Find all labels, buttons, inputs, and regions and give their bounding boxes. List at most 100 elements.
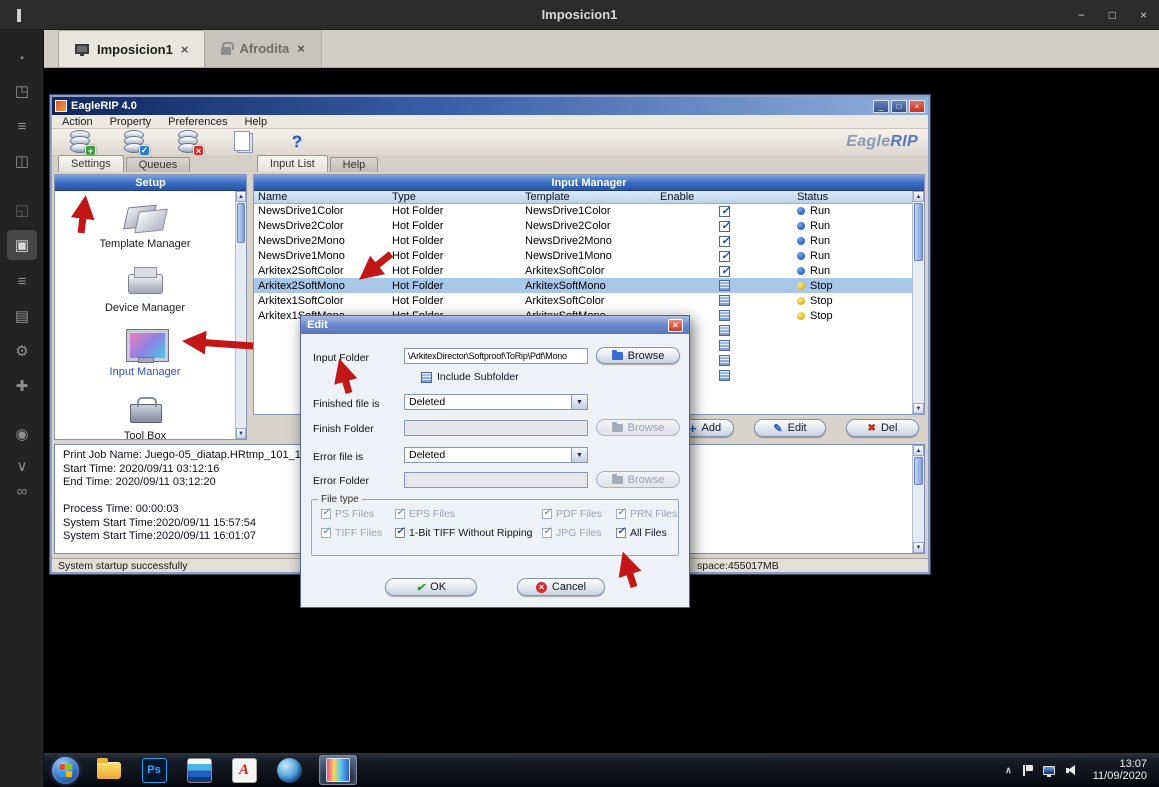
table-scrollbar[interactable] [912, 191, 924, 414]
setup-item[interactable]: Template Manager [99, 199, 190, 250]
photoshop-icon[interactable]: Ps [139, 755, 169, 785]
file-type-option[interactable]: TIFF Files [321, 527, 391, 539]
setup-scrollbar[interactable] [235, 191, 246, 439]
keyboard-icon[interactable]: ▤ [7, 301, 37, 331]
edit-button[interactable]: Edit [754, 419, 826, 437]
table-row[interactable]: NewsDrive2Mono Hot Folder NewsDrive2Mono… [254, 234, 912, 249]
volume-icon[interactable] [1066, 765, 1079, 776]
table-row[interactable]: Arkitex2SoftColor Hot Folder ArkitexSoft… [254, 264, 912, 279]
scroll-thumb[interactable] [914, 203, 923, 261]
table-row[interactable]: NewsDrive1Color Hot Folder NewsDrive1Col… [254, 204, 912, 219]
scroll-up-icon[interactable] [913, 445, 924, 456]
dialog-close-button[interactable]: × [668, 319, 683, 332]
menu-item[interactable]: Property [110, 116, 152, 128]
close-icon[interactable]: × [1140, 8, 1147, 22]
app-close-button[interactable]: × [909, 100, 925, 113]
table-row[interactable]: Arkitex2SoftMono Hot Folder ArkitexSoftM… [254, 278, 912, 293]
file-type-option[interactable]: PDF Files [542, 508, 612, 520]
tab-close-icon[interactable]: × [181, 42, 189, 57]
setup-item[interactable]: Input Manager [110, 327, 181, 378]
record-icon[interactable]: ◉ [7, 419, 37, 449]
scroll-down-icon[interactable] [913, 403, 924, 414]
ok-button[interactable]: OK [385, 578, 477, 596]
enable-checkbox[interactable] [719, 325, 730, 336]
tools-icon[interactable]: ✚ [7, 371, 37, 401]
menu-item[interactable]: Help [244, 116, 267, 128]
panel-tab[interactable]: Input List [257, 155, 328, 172]
dialog-titlebar[interactable]: Edit × [301, 316, 689, 334]
file-type-checkbox[interactable] [395, 509, 405, 519]
file-type-checkbox[interactable] [542, 509, 552, 519]
panel-tab[interactable]: Help [330, 157, 379, 172]
screenshot-icon[interactable]: ▣ [7, 230, 37, 260]
start-input-icon[interactable]: ✓ [122, 129, 148, 155]
enable-checkbox[interactable] [719, 355, 730, 366]
minimize-icon[interactable]: − [1078, 8, 1085, 22]
scroll-thumb[interactable] [914, 457, 923, 485]
taskbar-clock[interactable]: 13:07 11/09/2020 [1093, 758, 1151, 782]
scroll-down-icon[interactable] [913, 542, 924, 553]
viewer-titlebar[interactable]: Imposicion1 − □ × [0, 0, 1159, 30]
menu-item[interactable]: Preferences [168, 116, 227, 128]
log-scrollbar[interactable] [912, 445, 924, 553]
menu-icon[interactable]: ≡ [7, 111, 37, 141]
file-type-checkbox[interactable] [616, 528, 626, 538]
file-type-option[interactable]: 1-Bit TIFF Without Ripping [395, 527, 538, 539]
help-icon[interactable]: ? [284, 129, 310, 155]
scroll-thumb[interactable] [237, 203, 245, 243]
enable-checkbox[interactable] [719, 280, 730, 291]
enable-checkbox[interactable] [719, 310, 730, 321]
enable-checkbox[interactable] [719, 236, 730, 247]
file-type-checkbox[interactable] [321, 509, 331, 519]
column-header[interactable]: Status [793, 191, 914, 203]
fullscreen-icon[interactable]: ◳ [7, 76, 37, 106]
del-button[interactable]: Del [846, 419, 919, 437]
nav-tab[interactable]: Settings [58, 155, 124, 172]
enable-checkbox[interactable] [719, 206, 730, 217]
pdf-reader-icon[interactable] [229, 755, 259, 785]
enable-checkbox[interactable] [719, 221, 730, 232]
scroll-down-icon[interactable] [236, 428, 246, 439]
file-type-option[interactable]: PRN Files [616, 508, 678, 520]
table-row[interactable]: Arkitex1SoftColor Hot Folder ArkitexSoft… [254, 293, 912, 308]
file-explorer-icon[interactable] [94, 755, 124, 785]
start-button[interactable] [52, 757, 79, 784]
file-type-option[interactable]: All Files [616, 527, 678, 539]
input-folder-field[interactable]: \ArkitexDirector\Softproof\ToRip\Pdf\Mon… [404, 348, 588, 364]
network-icon[interactable] [1043, 766, 1055, 775]
settings-icon[interactable]: ⚙ [7, 336, 37, 366]
cancel-button[interactable]: Cancel [517, 578, 605, 596]
action-center-icon[interactable] [1023, 765, 1032, 776]
enable-checkbox[interactable] [719, 340, 730, 351]
enable-checkbox[interactable] [719, 370, 730, 381]
file-type-option[interactable]: PS Files [321, 508, 391, 520]
include-subfolder-checkbox[interactable] [421, 372, 432, 383]
new-input-icon[interactable]: + [68, 129, 94, 155]
viewer-tab[interactable]: Imposicion1 × [58, 30, 205, 67]
table-row[interactable]: NewsDrive1Mono Hot Folder NewsDrive1Mono… [254, 249, 912, 264]
delete-input-icon[interactable]: × [176, 129, 202, 155]
enable-checkbox[interactable] [719, 295, 730, 306]
finished-file-select[interactable]: Deleted [404, 394, 588, 410]
maximize-icon[interactable]: □ [1109, 8, 1116, 22]
nav-tab[interactable]: Queues [126, 157, 191, 172]
template-doc-icon[interactable] [230, 129, 256, 155]
hidden-icons-chevron[interactable] [1005, 765, 1012, 776]
setup-item[interactable]: Device Manager [105, 263, 185, 314]
file-type-option[interactable]: JPG Files [542, 527, 612, 539]
list-icon[interactable]: ≡ [7, 266, 37, 296]
eaglerip-titlebar[interactable]: EagleRIP 4.0 _ □ × [52, 97, 928, 115]
table-row[interactable]: NewsDrive2Color Hot Folder NewsDrive2Col… [254, 219, 912, 234]
tab-close-icon[interactable]: × [297, 41, 305, 56]
app-minimize-button[interactable]: _ [873, 100, 889, 113]
scale-icon[interactable]: ◱ [7, 195, 37, 225]
connection-icon[interactable]: ∞ [7, 476, 37, 506]
app-maximize-button[interactable]: □ [891, 100, 907, 113]
file-type-option[interactable]: EPS Files [395, 508, 538, 520]
setup-item[interactable]: Tool Box [122, 391, 168, 439]
menu-item[interactable]: Action [62, 116, 93, 128]
file-type-checkbox[interactable] [616, 509, 626, 519]
enable-checkbox[interactable] [719, 251, 730, 262]
file-type-checkbox[interactable] [395, 528, 405, 538]
window-mode-icon[interactable]: ◫ [7, 146, 37, 176]
